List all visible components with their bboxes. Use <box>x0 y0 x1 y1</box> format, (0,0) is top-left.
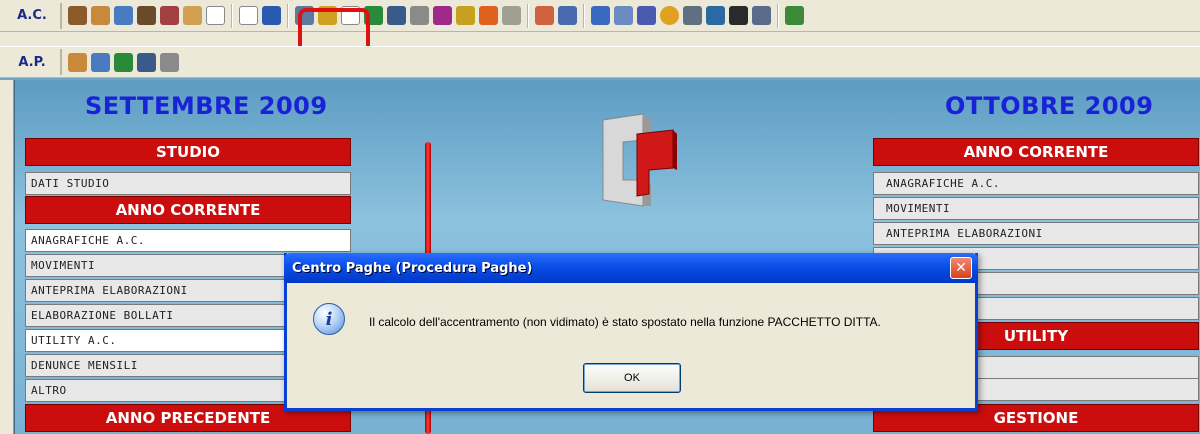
grid-icon[interactable] <box>558 6 577 25</box>
message-dialog: Centro Paghe (Procedura Paghe) ✕ i Il ca… <box>284 253 978 411</box>
close-icon[interactable]: ✕ <box>950 257 972 279</box>
house-icon[interactable] <box>91 6 110 25</box>
month-title-left: SETTEMBRE 2009 <box>85 92 328 120</box>
menu-item-dati-studio[interactable]: DATI STUDIO <box>25 172 351 195</box>
toolbar-separator <box>583 3 585 28</box>
app-logo <box>602 113 677 207</box>
copy-icon[interactable] <box>591 6 610 25</box>
window-icon[interactable] <box>137 52 156 72</box>
section-header-anno-corrente[interactable]: ANNO CORRENTE <box>25 196 351 224</box>
ok-button[interactable]: OK <box>583 363 681 393</box>
toolbar-separator <box>777 3 779 28</box>
rss-icon[interactable] <box>479 6 498 25</box>
search-icon[interactable] <box>614 6 633 25</box>
dialog-titlebar[interactable]: Centro Paghe (Procedura Paghe) ✕ <box>284 253 978 283</box>
phone-icon[interactable] <box>683 6 702 25</box>
menu-item-movimenti-right[interactable]: MOVIMENTI <box>873 197 1199 220</box>
tools-icon[interactable] <box>160 52 179 72</box>
info-icon: i <box>313 303 345 335</box>
menu-item-anteprima-right[interactable]: ANTEPRIMA ELABORAZIONI <box>873 222 1199 245</box>
main-toolbar: A.C. <box>0 0 1200 32</box>
house-icon[interactable] <box>68 52 87 72</box>
toolbar-label-ac: A.C. <box>4 2 62 29</box>
menu-item-anagrafiche[interactable]: ANAGRAFICHE A.C. <box>25 229 351 252</box>
secondary-toolbar: A.P. <box>0 46 1200 78</box>
toolbar-label-ap: A.P. <box>4 49 62 75</box>
chip-icon[interactable] <box>729 6 748 25</box>
user-icon[interactable] <box>68 6 87 25</box>
toolbar-icons-row1 <box>62 3 806 28</box>
tools2-icon[interactable] <box>752 6 771 25</box>
toolbar-separator <box>231 3 233 28</box>
tools-icon[interactable] <box>410 6 429 25</box>
toolbar-separator <box>287 3 289 28</box>
left-window-edge <box>0 80 14 434</box>
section-header-studio[interactable]: STUDIO <box>25 138 351 166</box>
dialog-title: Centro Paghe (Procedura Paghe) <box>292 260 533 276</box>
toolbar-icons-row2 <box>62 52 181 72</box>
building-icon[interactable] <box>91 52 110 72</box>
section-header-anno-corrente-right[interactable]: ANNO CORRENTE <box>873 138 1199 166</box>
building-icon[interactable] <box>114 6 133 25</box>
window-icon[interactable] <box>387 6 406 25</box>
doc-icon[interactable] <box>206 6 225 25</box>
compare-icon[interactable] <box>637 6 656 25</box>
dialog-message: Il calcolo dell'accentramento (non vidim… <box>369 315 881 329</box>
flag-icon[interactable] <box>262 6 281 25</box>
exit-icon[interactable] <box>785 6 804 25</box>
menu-item-anagrafiche-right[interactable]: ANAGRAFICHE A.C. <box>873 172 1199 195</box>
calendar-icon[interactable] <box>535 6 554 25</box>
check-icon[interactable] <box>456 6 475 25</box>
excel-icon[interactable] <box>114 52 133 72</box>
month-title-right: OTTOBRE 2009 <box>945 92 1154 120</box>
toolbar-gap <box>0 32 1200 46</box>
pen-icon[interactable] <box>137 6 156 25</box>
list-icon[interactable] <box>502 6 521 25</box>
home-icon[interactable] <box>183 6 202 25</box>
help-icon[interactable] <box>660 6 679 25</box>
days-icon[interactable] <box>433 6 452 25</box>
book-icon[interactable] <box>706 6 725 25</box>
doc-icon[interactable] <box>239 6 258 25</box>
card-icon[interactable] <box>160 6 179 25</box>
toolbar-separator <box>527 3 529 28</box>
